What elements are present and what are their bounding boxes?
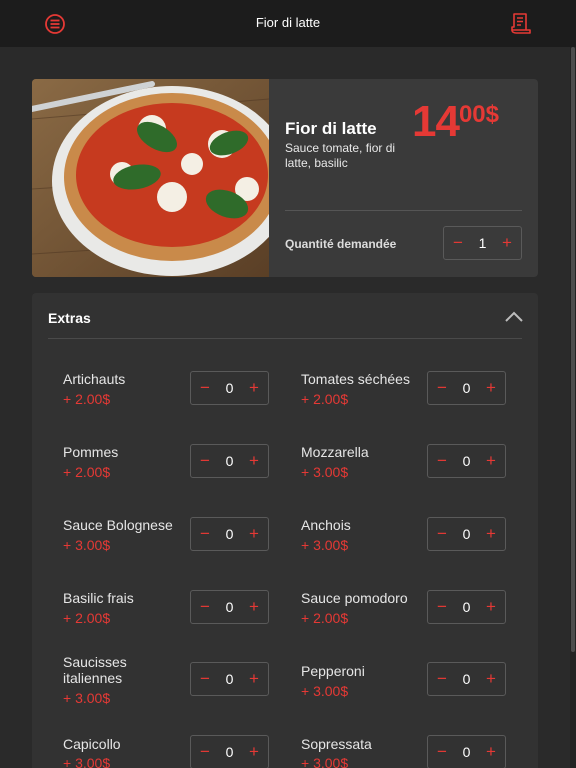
plus-button[interactable]: + — [479, 445, 503, 477]
extra-name: Sauce Bolognese — [63, 517, 173, 533]
plus-button[interactable]: + — [242, 591, 266, 623]
extra-price: + 3.00$ — [63, 690, 111, 706]
extra-stepper: − 0 + — [190, 735, 269, 768]
extra-stepper: − 0 + — [190, 444, 269, 478]
extra-price: + 3.00$ — [301, 464, 349, 480]
extras-title: Extras — [48, 310, 91, 326]
minus-button[interactable]: − — [193, 372, 217, 404]
extra-name: Pommes — [63, 444, 119, 460]
extra-price: + 2.00$ — [63, 610, 111, 626]
receipt-icon[interactable] — [508, 11, 534, 37]
extra-stepper: − 0 + — [190, 371, 269, 405]
minus-button[interactable]: − — [430, 591, 454, 623]
plus-button[interactable]: + — [495, 227, 519, 259]
extra-stepper: − 0 + — [190, 662, 269, 696]
extra-stepper: − 0 + — [427, 517, 506, 551]
extra-name: Anchois — [301, 517, 351, 533]
extra-stepper: − 0 + — [427, 590, 506, 624]
chevron-up-icon[interactable] — [503, 307, 525, 327]
extra-quantity: 0 — [225, 599, 234, 615]
minus-button[interactable]: − — [193, 445, 217, 477]
extra-stepper: − 0 + — [190, 590, 269, 624]
extra-name: Sopressata — [301, 736, 372, 752]
plus-button[interactable]: + — [479, 736, 503, 768]
pizza-photo — [32, 79, 269, 277]
top-bar: Fior di latte — [0, 0, 576, 47]
minus-button[interactable]: − — [193, 736, 217, 768]
divider — [285, 210, 522, 211]
plus-button[interactable]: + — [479, 591, 503, 623]
extra-stepper: − 0 + — [427, 735, 506, 768]
extra-quantity: 0 — [225, 671, 234, 687]
page-title: Fior di latte — [255, 15, 321, 30]
plus-button[interactable]: + — [479, 663, 503, 695]
extra-name: Tomates séchées — [301, 371, 410, 387]
minus-button[interactable]: − — [430, 518, 454, 550]
minus-button[interactable]: − — [193, 518, 217, 550]
extra-quantity: 0 — [225, 526, 234, 542]
extra-price: + 3.00$ — [63, 537, 111, 553]
extra-price: + 2.00$ — [301, 391, 349, 407]
extra-stepper: − 0 + — [427, 444, 506, 478]
minus-button[interactable]: − — [193, 663, 217, 695]
scrollbar-thumb[interactable] — [571, 47, 575, 652]
extra-quantity: 0 — [462, 453, 471, 469]
extra-quantity: 0 — [225, 453, 234, 469]
quantity-stepper: − 1 + — [443, 226, 522, 260]
extra-stepper: − 0 + — [190, 517, 269, 551]
price-main: 14 — [412, 97, 460, 146]
extra-stepper: − 0 + — [427, 662, 506, 696]
extra-price: + 3.00$ — [63, 755, 111, 768]
plus-button[interactable]: + — [479, 372, 503, 404]
extra-quantity: 0 — [462, 380, 471, 396]
extra-price: + 3.00$ — [301, 537, 349, 553]
quantity-label: Quantité demandée — [285, 237, 397, 251]
minus-button[interactable]: − — [430, 663, 454, 695]
extra-name: Sauce pomodoro — [301, 590, 408, 606]
minus-button[interactable]: − — [430, 736, 454, 768]
divider — [48, 338, 522, 339]
extra-name: Capicollo — [63, 736, 121, 752]
extra-quantity: 0 — [225, 380, 234, 396]
extra-quantity: 0 — [462, 671, 471, 687]
minus-button[interactable]: − — [446, 227, 470, 259]
product-price: 1400$ — [412, 97, 499, 147]
product-card: Fior di latte Sauce tomate, fior di latt… — [32, 79, 538, 277]
extra-quantity: 0 — [462, 599, 471, 615]
plus-button[interactable]: + — [242, 445, 266, 477]
price-cents: 00$ — [458, 101, 499, 128]
minus-button[interactable]: − — [430, 445, 454, 477]
extra-name: Pepperoni — [301, 663, 365, 679]
extra-name: Artichauts — [63, 371, 126, 387]
plus-button[interactable]: + — [242, 663, 266, 695]
extra-quantity: 0 — [225, 744, 234, 760]
quantity-value: 1 — [478, 235, 487, 251]
extra-name: Mozzarella — [301, 444, 369, 460]
extra-price: + 2.00$ — [63, 464, 111, 480]
product-description: Sauce tomate, fior di latte, basilic — [285, 141, 396, 170]
extra-name: Basilic frais — [63, 590, 134, 606]
extra-quantity: 0 — [462, 526, 471, 542]
plus-button[interactable]: + — [242, 736, 266, 768]
extra-name: Saucisses italiennes — [63, 654, 127, 686]
extra-price: + 3.00$ — [301, 755, 349, 768]
plus-button[interactable]: + — [242, 518, 266, 550]
extra-quantity: 0 — [462, 744, 471, 760]
extra-stepper: − 0 + — [427, 371, 506, 405]
plus-button[interactable]: + — [242, 372, 266, 404]
minus-button[interactable]: − — [193, 591, 217, 623]
product-name: Fior di latte — [285, 119, 377, 138]
extra-price: + 2.00$ — [301, 610, 349, 626]
minus-button[interactable]: − — [430, 372, 454, 404]
extra-price: + 3.00$ — [301, 683, 349, 699]
extras-panel: Extras Artichauts + 2.00$ − 0 + Tomates … — [32, 293, 538, 768]
plus-button[interactable]: + — [479, 518, 503, 550]
extra-price: + 2.00$ — [63, 391, 111, 407]
